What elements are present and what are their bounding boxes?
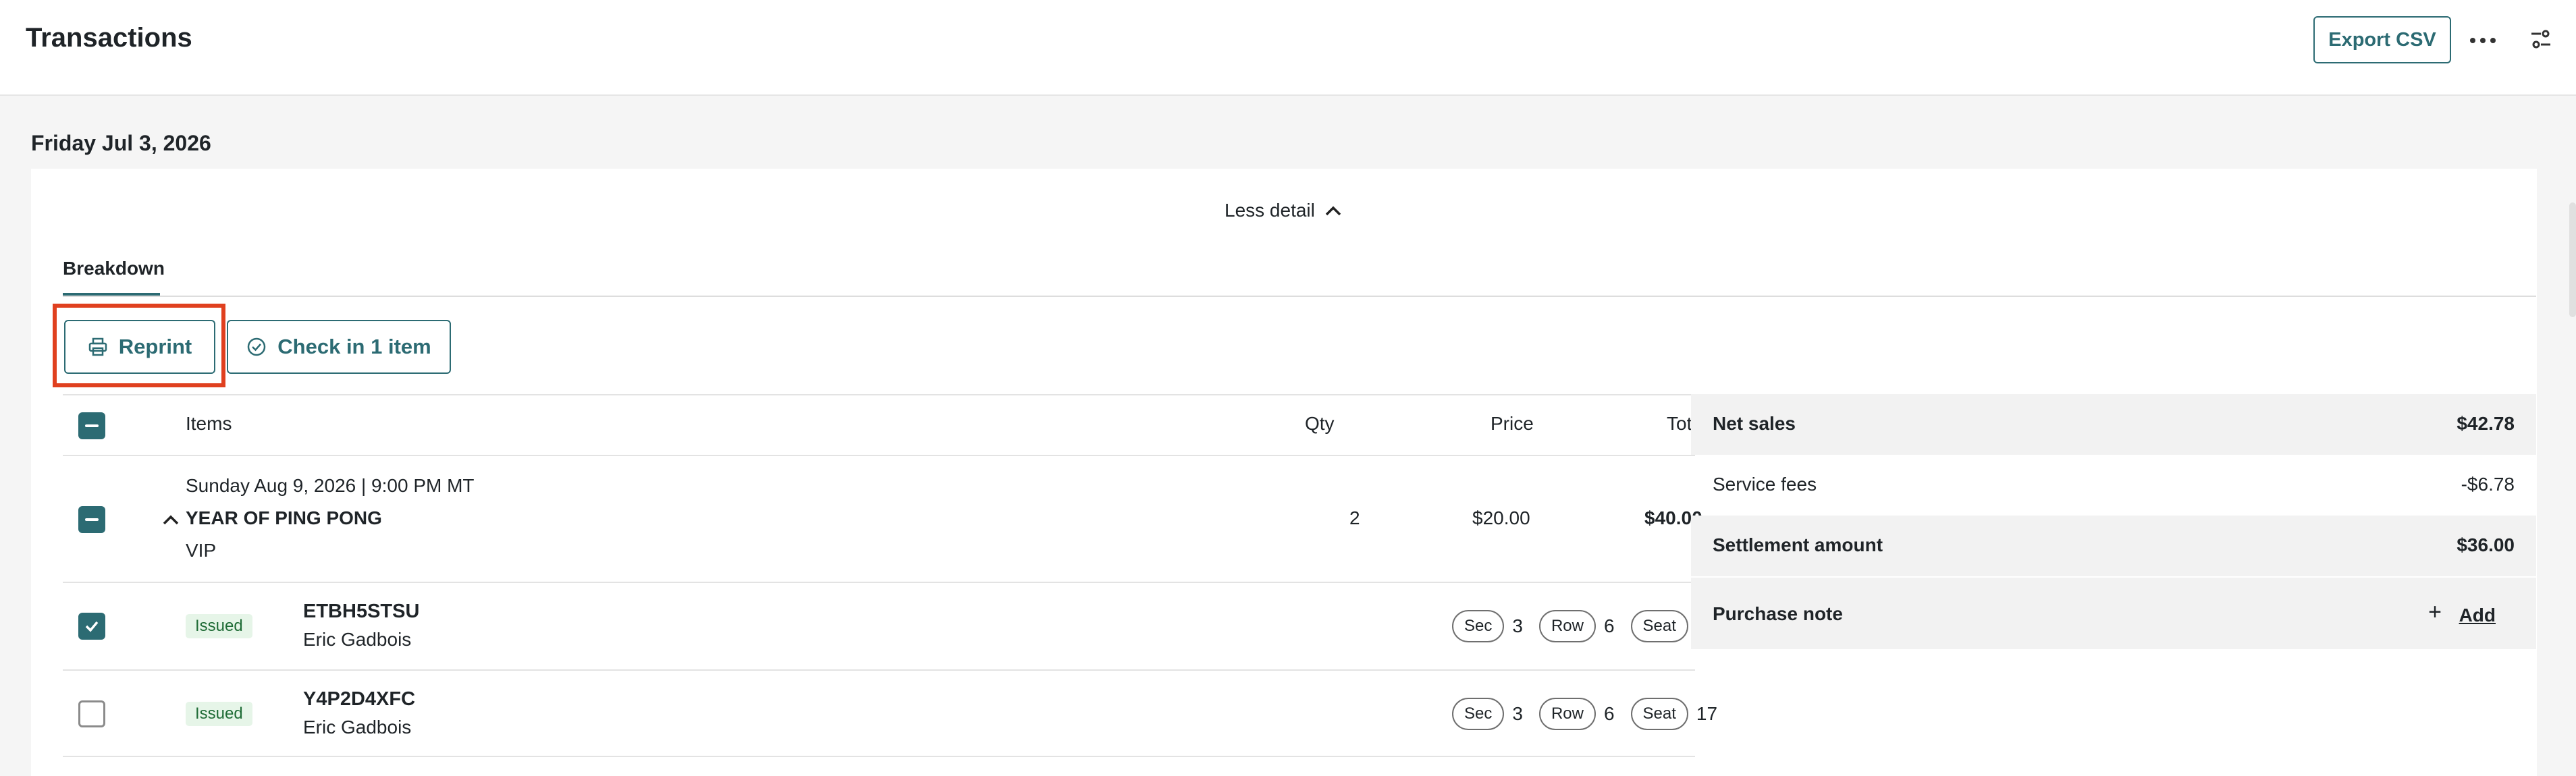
less-detail-toggle[interactable]: Less detail: [1225, 200, 1342, 221]
chevron-up-icon: [1325, 206, 1341, 216]
check-in-label: Check in 1 item: [277, 335, 431, 358]
purchase-note-row: Purchase note + Add: [1691, 578, 2536, 649]
sec-pill: Sec: [1452, 610, 1505, 642]
status-badge: Issued: [186, 614, 252, 638]
row-pill: Row: [1538, 698, 1596, 730]
check-circle-icon: [248, 337, 266, 356]
event-name: YEAR OF PING PONG: [186, 507, 382, 528]
more-horizontal-icon[interactable]: [2469, 28, 2496, 53]
seat-value: 17: [1696, 703, 1718, 724]
scrollbar[interactable]: [2569, 202, 2576, 317]
check-in-button[interactable]: Check in 1 item: [227, 320, 451, 374]
table-row: Issued Y4P2D4XFC Eric Gadbois Sec 3 Row …: [63, 669, 1717, 757]
event-price: $20.00: [1472, 507, 1530, 528]
row-pill: Row: [1538, 610, 1596, 642]
net-sales-label: Net sales: [1713, 413, 1796, 434]
tab-breakdown[interactable]: Breakdown: [63, 258, 165, 279]
column-header-qty: Qty: [1305, 413, 1335, 434]
column-header-items: Items: [186, 413, 232, 434]
purchase-note-label: Purchase note: [1713, 603, 1843, 624]
settlement-row: Settlement amount $36.00: [1691, 516, 2536, 576]
sec-pill: Sec: [1452, 698, 1505, 730]
check-icon: [85, 621, 99, 632]
add-note-link[interactable]: Add: [2459, 605, 2496, 626]
export-csv-button[interactable]: Export CSV: [2313, 16, 2451, 63]
row-value: 6: [1603, 615, 1615, 636]
service-fees-label: Service fees: [1713, 474, 1817, 495]
settlement-label: Settlement amount: [1713, 534, 1883, 555]
reprint-highlight: [53, 304, 225, 387]
seat-info: Sec 3 Row 6 Seat 17: [1452, 698, 1717, 730]
sec-value: 3: [1512, 615, 1523, 636]
ticket-checkbox[interactable]: [78, 700, 105, 727]
ticket-holder: Eric Gadbois: [303, 629, 412, 650]
sec-value: 3: [1512, 703, 1523, 724]
net-sales-value: $42.78: [2457, 413, 2515, 434]
plus-icon[interactable]: +: [2428, 599, 2442, 626]
seat-info: Sec 3 Row 6 Seat 18: [1452, 610, 1717, 642]
filter-sliders-icon[interactable]: [2529, 27, 2553, 51]
status-badge: Issued: [186, 702, 252, 726]
event-date: Sunday Aug 9, 2026 | 9:00 PM MT: [186, 475, 475, 496]
event-row: Sunday Aug 9, 2026 | 9:00 PM MT YEAR OF …: [63, 455, 1702, 582]
transaction-card: Less detail Breakdown Reprint Check in 1…: [31, 169, 2537, 776]
select-all-checkbox[interactable]: [78, 412, 105, 439]
top-bar: Transactions Export CSV: [0, 0, 2576, 96]
service-fees-row: Service fees -$6.78: [1691, 455, 2536, 516]
row-value: 6: [1603, 703, 1615, 724]
page-title: Transactions: [26, 23, 192, 53]
table-header-row: Items Qty Price Total: [63, 394, 1707, 455]
column-header-price: Price: [1491, 413, 1534, 434]
date-heading: Friday Jul 3, 2026: [31, 131, 211, 155]
seat-pill: Seat: [1630, 610, 1688, 642]
service-fees-value: -$6.78: [2461, 474, 2515, 495]
ticket-holder: Eric Gadbois: [303, 717, 412, 738]
ticket-id: Y4P2D4XFC: [303, 688, 416, 710]
less-detail-label: Less detail: [1225, 200, 1315, 221]
ticket-id: ETBH5STSU: [303, 601, 420, 622]
chevron-up-icon[interactable]: [157, 506, 184, 533]
settlement-value: $36.00: [2457, 534, 2515, 555]
table-row: Issued ETBH5STSU Eric Gadbois Sec 3 Row …: [63, 582, 1717, 669]
event-qty: 2: [1349, 507, 1360, 528]
seat-pill: Seat: [1630, 698, 1688, 730]
ticket-checkbox[interactable]: [78, 613, 105, 640]
net-sales-row: Net sales $42.78: [1691, 394, 2536, 455]
event-tier: VIP: [186, 540, 217, 561]
event-checkbox[interactable]: [78, 506, 105, 533]
tab-divider: [63, 296, 2536, 297]
